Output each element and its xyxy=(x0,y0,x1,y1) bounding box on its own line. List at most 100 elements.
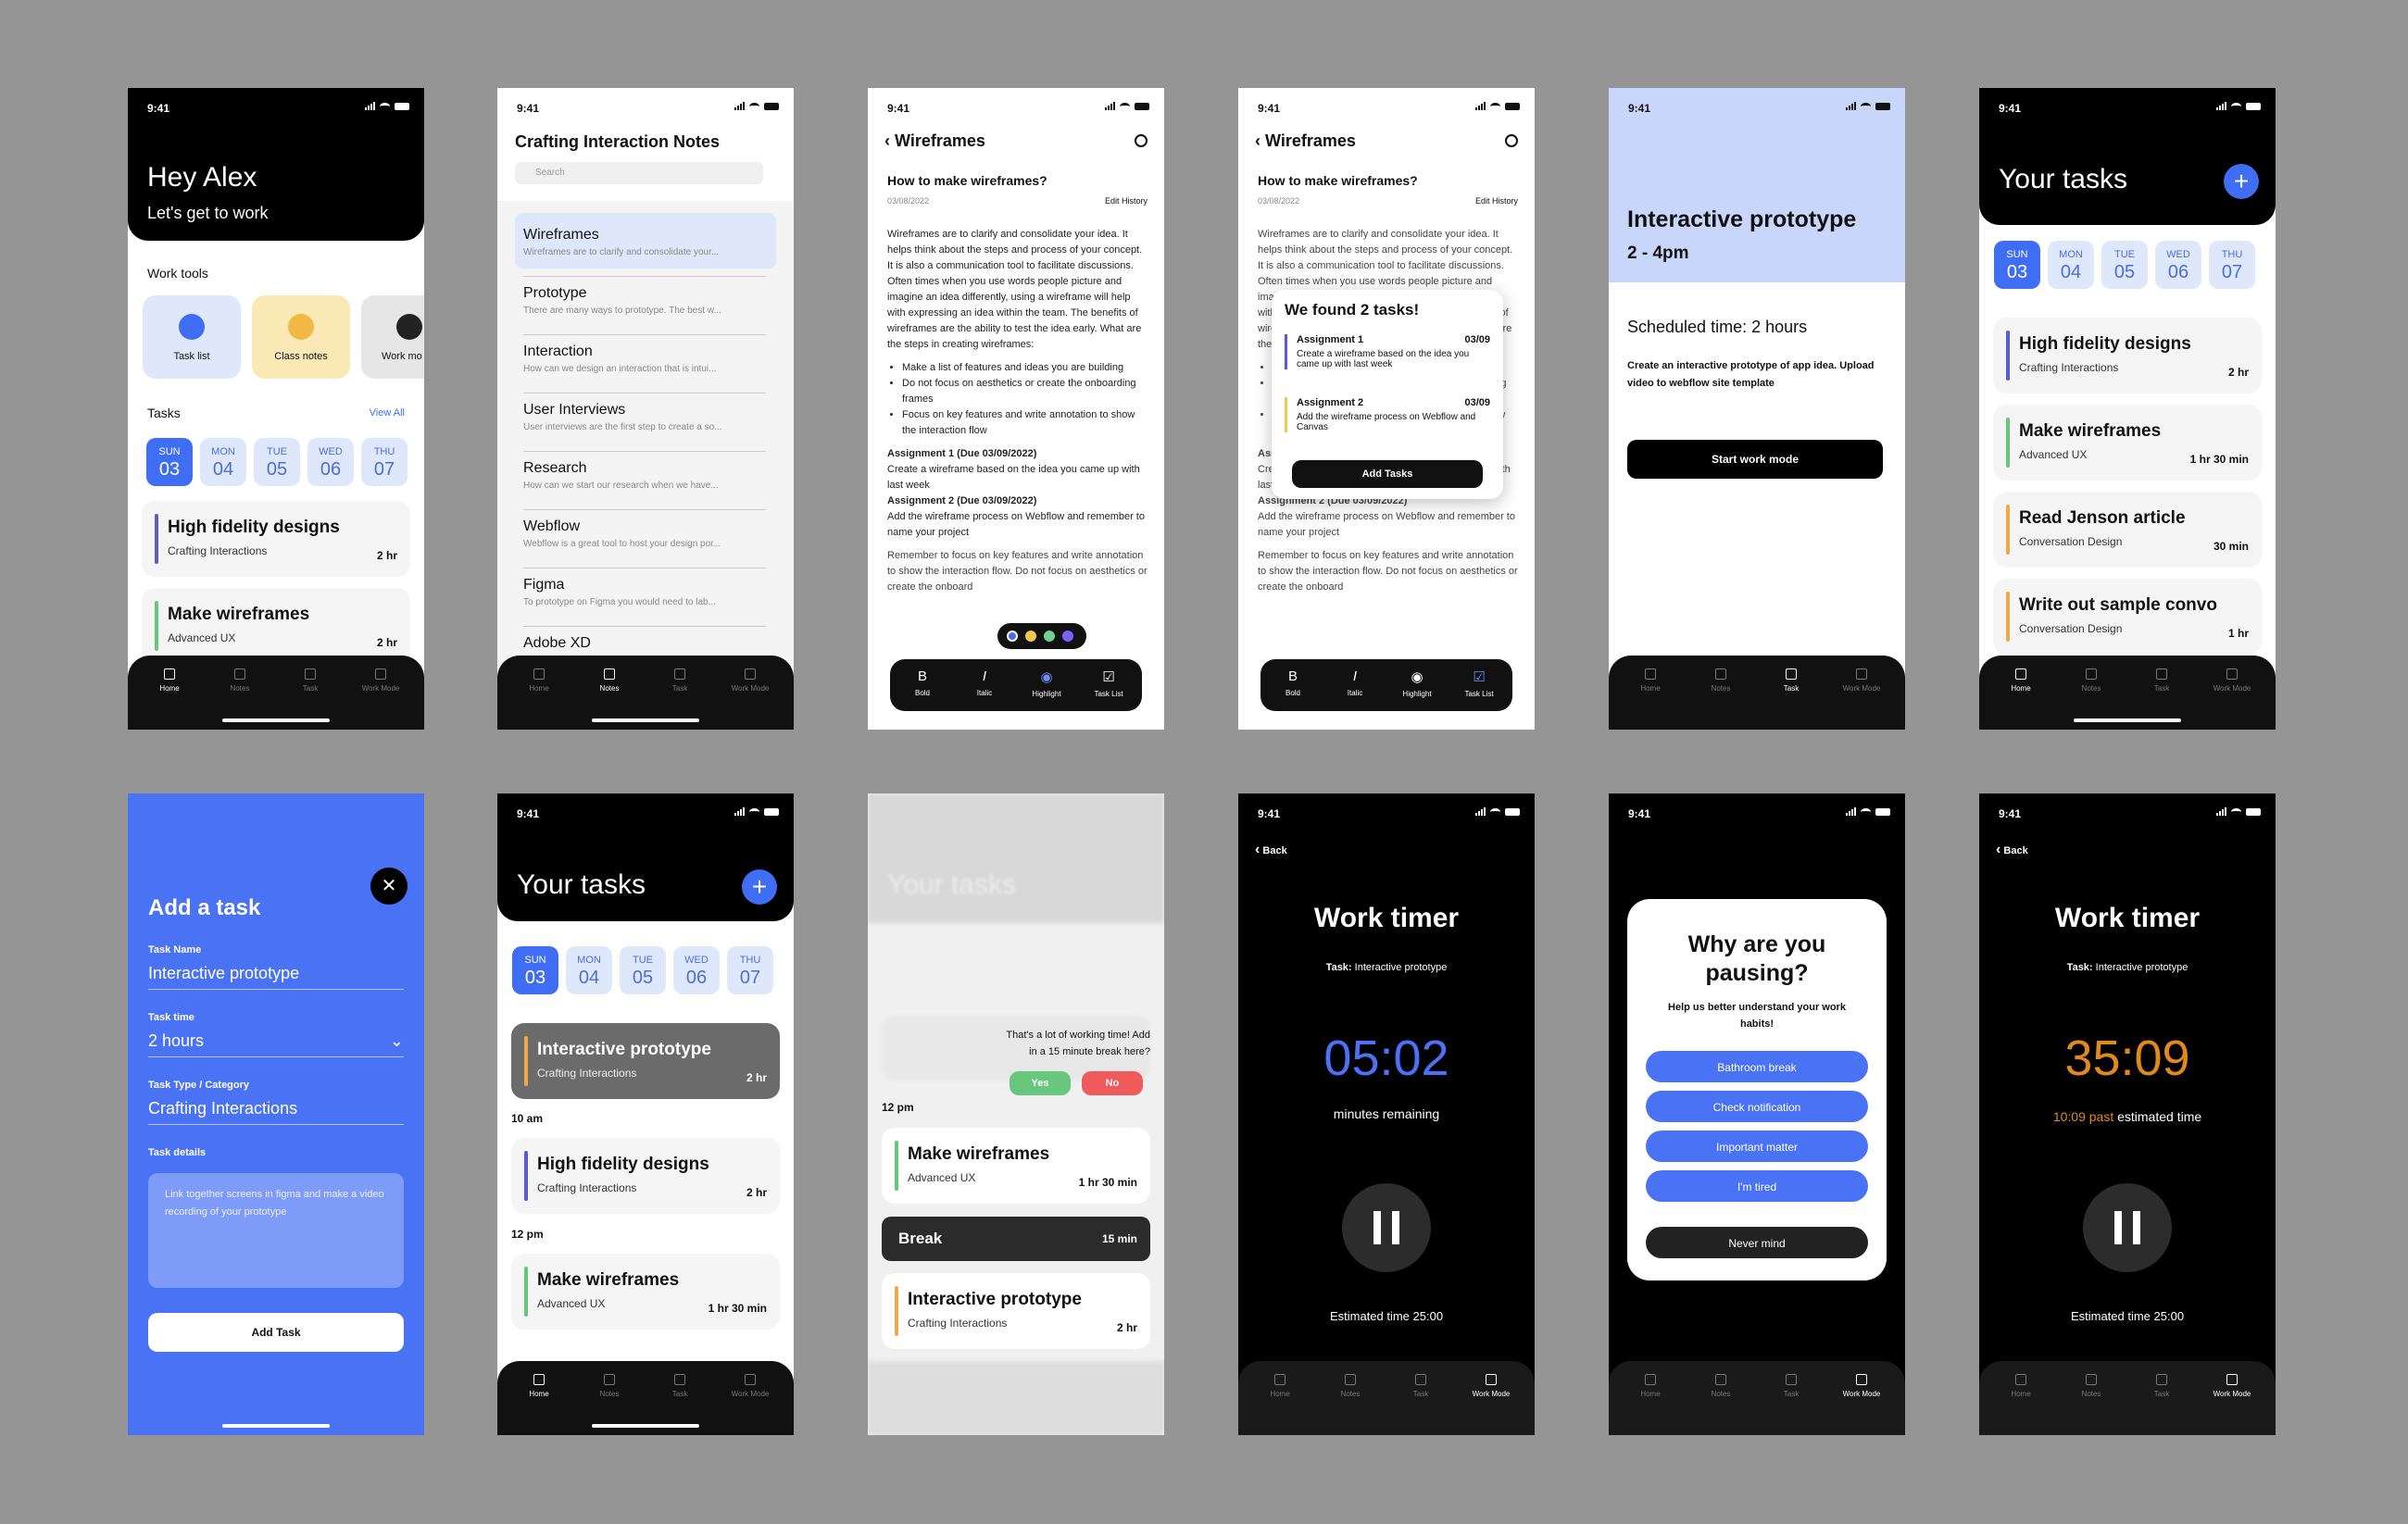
day-wed[interactable]: WED 06 xyxy=(2155,241,2201,289)
tab-notes[interactable]: Notes xyxy=(1318,1374,1383,1398)
day-mon[interactable]: MON 04 xyxy=(200,438,246,486)
task-card[interactable]: High fidelity designs Crafting Interactio… xyxy=(142,501,410,577)
note-item[interactable]: Adobe XD xyxy=(523,635,766,652)
search-input[interactable]: Search xyxy=(515,162,763,184)
day-mon[interactable]: MON 04 xyxy=(2048,241,2094,289)
task-card-active[interactable]: Interactive prototype Crafting Interactio… xyxy=(511,1023,780,1099)
close-button[interactable]: ✕ xyxy=(370,868,408,905)
task-list-tool[interactable]: Task list xyxy=(143,295,241,379)
day-tue[interactable]: TUE 05 xyxy=(254,438,300,486)
bold-button[interactable]: B Bold xyxy=(895,668,950,697)
task-card[interactable]: Interactive prototype Crafting Interactio… xyxy=(882,1273,1150,1349)
add-task-submit-button[interactable]: Add Task xyxy=(148,1313,404,1352)
tab-work-mode[interactable]: Work Mode xyxy=(718,1374,783,1398)
tab-home[interactable]: Home xyxy=(507,1374,571,1398)
tab-notes[interactable]: Notes xyxy=(577,668,642,693)
back-button[interactable]: ‹ Back xyxy=(1255,842,1287,858)
add-task-button[interactable]: + xyxy=(742,869,777,905)
note-item[interactable]: User Interviews User interviews are the f… xyxy=(523,402,766,452)
task-card[interactable]: Make wireframes Advanced UX 1 hr 30 min xyxy=(882,1128,1150,1204)
day-tue[interactable]: TUE 05 xyxy=(620,946,666,994)
pause-button[interactable] xyxy=(2083,1183,2172,1272)
tab-task[interactable]: Task xyxy=(647,668,712,693)
class-notes-tool[interactable]: Class notes xyxy=(252,295,350,379)
no-button[interactable]: No xyxy=(1082,1071,1143,1095)
task-card[interactable]: Read Jenson article Conversation Design 30… xyxy=(1993,492,2262,568)
tab-home[interactable]: Home xyxy=(137,668,202,693)
color-swatch[interactable] xyxy=(1025,631,1036,642)
task-list-button[interactable]: ☑ Task List xyxy=(1081,668,1136,698)
add-task-button[interactable]: + xyxy=(2224,164,2259,199)
note-item[interactable]: Wireframes Wireframes are to clarify and … xyxy=(523,227,766,277)
tab-task[interactable]: Task xyxy=(1388,1374,1453,1398)
start-work-mode-button[interactable]: Start work mode xyxy=(1627,440,1883,479)
tab-home[interactable]: Home xyxy=(1988,1374,2053,1398)
task-list-button[interactable]: ☑ Task List xyxy=(1451,668,1507,698)
day-thu[interactable]: THU 07 xyxy=(727,946,773,994)
tab-notes[interactable]: Notes xyxy=(1688,668,1753,693)
highlight-button[interactable]: ◉ Highlight xyxy=(1389,668,1445,698)
task-time-select[interactable]: 2 hours ⌄ xyxy=(148,1031,404,1057)
tab-task[interactable]: Task xyxy=(2129,668,2194,693)
tab-task[interactable]: Task xyxy=(1759,1374,1824,1398)
tab-work-mode[interactable]: Work Mode xyxy=(1459,1374,1524,1398)
check-notification-option[interactable]: Check notification xyxy=(1646,1091,1868,1122)
bold-button[interactable]: B Bold xyxy=(1265,668,1321,697)
search-icon[interactable] xyxy=(1135,134,1148,147)
highlight-button[interactable]: ◉ Highlight xyxy=(1019,668,1074,698)
tired-option[interactable]: I'm tired xyxy=(1646,1170,1868,1202)
tab-work-mode[interactable]: Work Mode xyxy=(2200,1374,2264,1398)
tab-notes[interactable]: Notes xyxy=(1688,1374,1753,1398)
day-tue[interactable]: TUE 05 xyxy=(2101,241,2148,289)
note-item[interactable]: Webflow Webflow is a great tool to host y… xyxy=(523,518,766,568)
tab-home[interactable]: Home xyxy=(1618,668,1683,693)
back-button[interactable]: ‹ Wireframes xyxy=(884,131,985,151)
doc-body[interactable]: Wireframes are to clarify and consolidat… xyxy=(887,227,1148,595)
tab-work-mode[interactable]: Work Mode xyxy=(1829,1374,1894,1398)
day-thu[interactable]: THU 07 xyxy=(2209,241,2255,289)
color-swatch[interactable] xyxy=(1007,631,1018,642)
work-mode-tool[interactable]: Work mo xyxy=(361,295,424,379)
note-item[interactable]: Interaction How can we design an interact… xyxy=(523,344,766,393)
color-swatch[interactable] xyxy=(1044,631,1055,642)
tab-task[interactable]: Task xyxy=(2129,1374,2194,1398)
tab-work-mode[interactable]: Work Mode xyxy=(718,668,783,693)
tab-notes[interactable]: Notes xyxy=(577,1374,642,1398)
tab-notes[interactable]: Notes xyxy=(2059,1374,2124,1398)
task-card[interactable]: High fidelity designs Crafting Interactio… xyxy=(1993,318,2262,393)
yes-button[interactable]: Yes xyxy=(1010,1071,1071,1095)
tab-task[interactable]: Task xyxy=(1759,668,1824,693)
day-mon[interactable]: MON 04 xyxy=(566,946,612,994)
important-matter-option[interactable]: Important matter xyxy=(1646,1131,1868,1162)
search-icon[interactable] xyxy=(1505,134,1518,147)
task-type-field[interactable]: Crafting Interactions xyxy=(148,1099,404,1125)
day-thu[interactable]: THU 07 xyxy=(361,438,408,486)
color-swatch[interactable] xyxy=(1062,631,1073,642)
edit-history-link[interactable]: Edit History xyxy=(1105,196,1148,206)
tab-home[interactable]: Home xyxy=(1248,1374,1312,1398)
tab-home[interactable]: Home xyxy=(1988,668,2053,693)
task-card[interactable]: Make wireframes Advanced UX 1 hr 30 min xyxy=(1993,405,2262,481)
tab-task[interactable]: Task xyxy=(278,668,343,693)
never-mind-button[interactable]: Never mind xyxy=(1646,1227,1868,1258)
day-wed[interactable]: WED 06 xyxy=(673,946,720,994)
tab-home[interactable]: Home xyxy=(1618,1374,1683,1398)
edit-history-link[interactable]: Edit History xyxy=(1475,196,1518,206)
tab-work-mode[interactable]: Work Mode xyxy=(1829,668,1894,693)
task-card[interactable]: Make wireframes Advanced UX 2 hr xyxy=(142,588,410,664)
tab-task[interactable]: Task xyxy=(647,1374,712,1398)
back-button[interactable]: ‹ Wireframes xyxy=(1255,131,1356,151)
tab-notes[interactable]: Notes xyxy=(2059,668,2124,693)
day-sun[interactable]: SUN 03 xyxy=(512,946,558,994)
tab-home[interactable]: Home xyxy=(507,668,571,693)
task-card[interactable]: Write out sample convo Conversation Desig… xyxy=(1993,579,2262,655)
day-wed[interactable]: WED 06 xyxy=(307,438,354,486)
tab-notes[interactable]: Notes xyxy=(207,668,272,693)
task-card[interactable]: Make wireframes Advanced UX 1 hr 30 min xyxy=(511,1254,780,1330)
note-item[interactable]: Prototype There are many ways to prototyp… xyxy=(523,285,766,335)
note-item[interactable]: Research How can we start our research wh… xyxy=(523,460,766,510)
italic-button[interactable]: I Italic xyxy=(957,668,1012,697)
task-details-field[interactable]: Link together screens in figma and make … xyxy=(148,1173,404,1288)
back-button[interactable]: ‹ Back xyxy=(1996,842,2028,858)
task-card[interactable]: High fidelity designs Crafting Interactio… xyxy=(511,1138,780,1214)
